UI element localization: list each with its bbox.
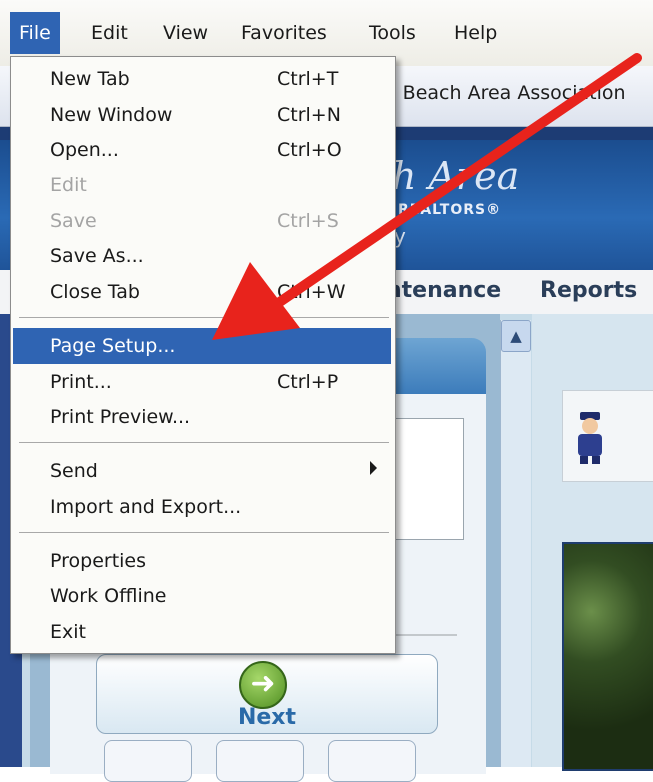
tree-photo bbox=[562, 542, 653, 771]
menu-item-label: Properties bbox=[50, 550, 147, 572]
menu-item-shortcut: Ctrl+T bbox=[277, 68, 339, 90]
vertical-scrollbar[interactable]: ▲ bbox=[500, 320, 531, 767]
menu-item-save-as[interactable]: Save As... bbox=[13, 238, 391, 274]
browser-tab-title[interactable]: a Beach Area Association bbox=[385, 82, 626, 104]
menu-item-properties[interactable]: Properties bbox=[13, 543, 391, 579]
menu-separator bbox=[19, 317, 389, 318]
menu-item-shortcut: Ctrl+N bbox=[277, 104, 341, 126]
site-logo-text: h Area bbox=[392, 154, 520, 198]
menu-item-print-preview[interactable]: Print Preview... bbox=[13, 399, 391, 435]
arrow-right-icon: ➜ bbox=[239, 661, 287, 709]
menu-item-label: New Tab bbox=[50, 68, 130, 90]
menu-item-label: Close Tab bbox=[50, 281, 140, 303]
help-button[interactable] bbox=[328, 740, 416, 782]
menu-separator bbox=[19, 532, 389, 533]
menu-item-open[interactable]: Open... Ctrl+O bbox=[13, 132, 391, 168]
police-officer-icon bbox=[578, 412, 602, 464]
back-button[interactable] bbox=[104, 740, 192, 782]
menu-view[interactable]: View bbox=[154, 12, 217, 54]
menu-item-save: Save Ctrl+S bbox=[13, 203, 391, 239]
nav-item-reports[interactable]: Reports bbox=[540, 278, 637, 303]
menu-item-label: Print... bbox=[50, 371, 112, 393]
next-button-label: Next bbox=[237, 705, 297, 730]
menu-item-label: Save As... bbox=[50, 245, 144, 267]
submenu-arrow-icon bbox=[370, 461, 377, 475]
menu-item-label: Send bbox=[50, 460, 98, 482]
menu-separator bbox=[19, 442, 389, 443]
menu-item-label: Page Setup... bbox=[50, 335, 176, 357]
menu-item-send[interactable]: Send bbox=[13, 453, 391, 489]
menu-item-label: Save bbox=[50, 210, 97, 232]
menu-item-exit[interactable]: Exit bbox=[13, 614, 391, 650]
menu-item-label: Work Offline bbox=[50, 585, 167, 607]
menu-item-shortcut: Ctrl+S bbox=[277, 210, 339, 232]
menu-item-close-tab[interactable]: Close Tab Ctrl+W bbox=[13, 274, 391, 310]
refresh-button[interactable] bbox=[216, 740, 304, 782]
menu-item-label: Edit bbox=[50, 174, 87, 196]
next-button[interactable]: ➜ Next bbox=[96, 654, 438, 734]
menu-favorites[interactable]: Favorites bbox=[232, 12, 336, 54]
nav-item-maintenance[interactable]: ntenance bbox=[386, 278, 501, 303]
menu-item-shortcut: Ctrl+O bbox=[277, 139, 342, 161]
site-logo-realtors: REALTORS® bbox=[398, 202, 502, 218]
scroll-up-icon[interactable]: ▲ bbox=[501, 320, 531, 352]
menu-item-page-setup[interactable]: Page Setup... bbox=[13, 328, 391, 364]
menu-item-new-tab[interactable]: New Tab Ctrl+T bbox=[13, 61, 391, 97]
menu-tools[interactable]: Tools bbox=[360, 12, 425, 54]
menu-file[interactable]: File bbox=[10, 12, 60, 54]
menu-item-print[interactable]: Print... Ctrl+P bbox=[13, 364, 391, 400]
menu-item-label: Import and Export... bbox=[50, 496, 242, 518]
menu-item-label: Open... bbox=[50, 139, 119, 161]
menu-item-new-window[interactable]: New Window Ctrl+N bbox=[13, 97, 391, 133]
menu-item-shortcut: Ctrl+P bbox=[277, 371, 339, 393]
menu-help[interactable]: Help bbox=[445, 12, 506, 54]
menu-item-edit: Edit bbox=[13, 167, 391, 203]
menu-item-label: Print Preview... bbox=[50, 406, 191, 428]
menu-item-label: Exit bbox=[50, 621, 86, 643]
menu-edit[interactable]: Edit bbox=[82, 12, 137, 54]
menu-item-shortcut: Ctrl+W bbox=[277, 281, 346, 303]
menu-item-import-export[interactable]: Import and Export... bbox=[13, 489, 391, 525]
menu-item-label: New Window bbox=[50, 104, 173, 126]
file-menu-dropdown: New Tab Ctrl+T New Window Ctrl+N Open...… bbox=[10, 56, 396, 654]
menu-item-work-offline[interactable]: Work Offline bbox=[13, 578, 391, 614]
